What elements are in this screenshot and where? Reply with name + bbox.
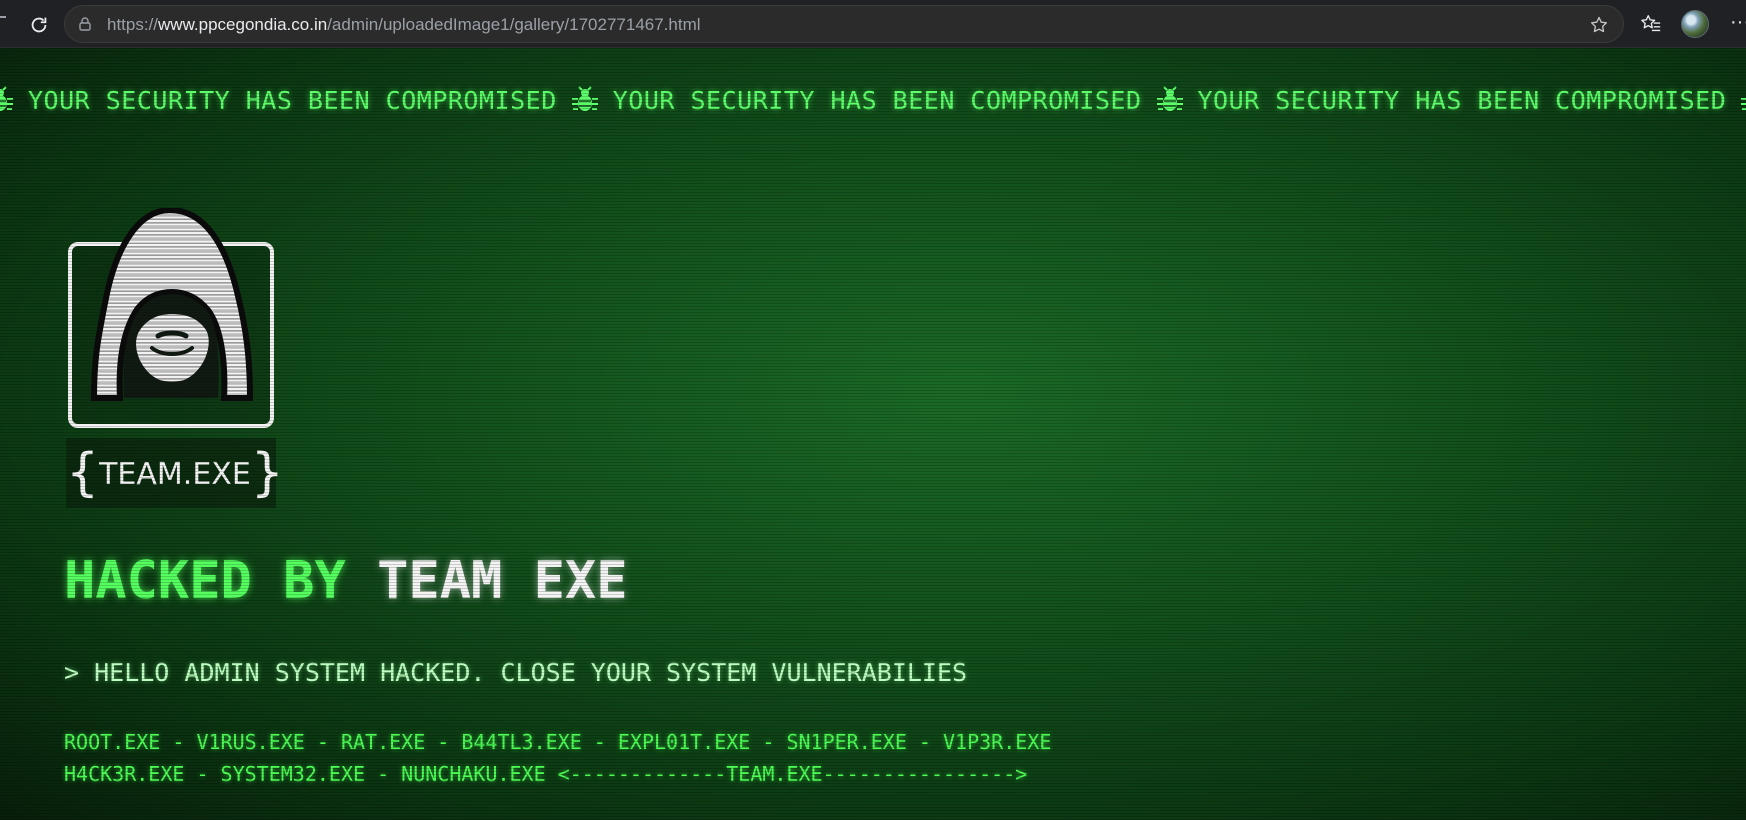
bug-icon: [1741, 98, 1746, 110]
more-options-icon[interactable]: ···: [1730, 12, 1746, 32]
admin-message: > HELLO ADMIN SYSTEM HACKED. CLOSE YOUR …: [64, 658, 968, 687]
favorites-icon[interactable]: [1640, 13, 1662, 35]
logo-caption: {TEAM.EXE}: [66, 438, 284, 508]
ticker-text: YOUR SECURITY HAS BEEN COMPROMISED: [612, 86, 1142, 115]
team-tags: ROOT.EXE - V1RUS.EXE - RAT.EXE - B44TL3.…: [64, 726, 1051, 790]
tags-line-1: ROOT.EXE - V1RUS.EXE - RAT.EXE - B44TL3.…: [64, 730, 1052, 754]
profile-avatar[interactable]: [1681, 10, 1709, 38]
brace-close: }: [250, 443, 284, 503]
url-host: www.ppcegondia.co.in: [158, 15, 328, 34]
title-part-team-exe: TEAM EXE: [377, 551, 628, 611]
hooded-figure-icon: [90, 208, 254, 401]
defaced-page: YOUR SECURITY HAS BEEN COMPROMISED YOUR …: [0, 48, 1746, 820]
url-text[interactable]: https://www.ppcegondia.co.in/admin/uploa…: [107, 15, 701, 35]
bug-icon: [571, 86, 598, 111]
ticker-text: YOUR SECURITY HAS BEEN COMPROMISED: [28, 86, 557, 115]
ticker-text: YOUR SECURITY HAS BEEN COMPROMISED: [1197, 86, 1727, 115]
title-part-hacked-by: HACKED BY: [64, 551, 346, 611]
lock-icon[interactable]: [77, 16, 93, 32]
brace-open: {: [66, 443, 100, 503]
bug-icon: [1156, 86, 1183, 111]
team-exe-logo: {TEAM.EXE}: [66, 208, 284, 508]
security-ticker: YOUR SECURITY HAS BEEN COMPROMISED YOUR …: [0, 84, 1746, 118]
bookmark-star-icon[interactable]: [1589, 15, 1609, 35]
page-title: HACKED BY TEAM EXE: [64, 550, 628, 612]
browser-toolbar: https://www.ppcegondia.co.in/admin/uploa…: [0, 0, 1746, 48]
address-bar[interactable]: https://www.ppcegondia.co.in/admin/uploa…: [64, 5, 1624, 43]
url-path: /admin/uploadedImage1/gallery/1702771467…: [327, 15, 701, 34]
url-prefix: https://: [107, 15, 159, 34]
back-arrow-icon[interactable]: [0, 16, 6, 18]
logo-caption-text: TEAM.EXE: [99, 457, 251, 492]
tags-line-2: H4CK3R.EXE - SYSTEM32.EXE - NUNCHAKU.EXE…: [64, 762, 1028, 786]
bug-icon: [0, 86, 13, 111]
reload-icon[interactable]: [28, 14, 50, 36]
